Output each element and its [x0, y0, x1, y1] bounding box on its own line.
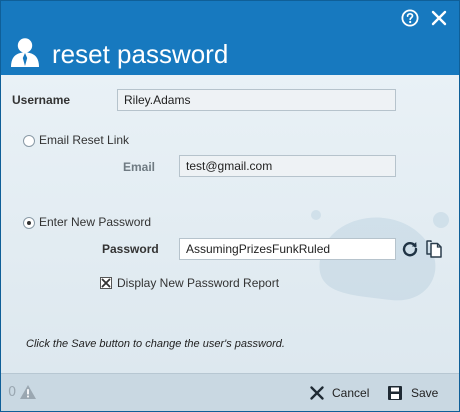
username-label: Username	[12, 93, 71, 107]
display-report-checkbox[interactable]	[100, 277, 112, 289]
copy-password-icon[interactable]	[425, 239, 443, 259]
email-field[interactable]: test@gmail.com	[179, 155, 396, 177]
header-controls	[400, 8, 449, 28]
refresh-password-icon[interactable]	[401, 240, 419, 258]
email-reset-radio[interactable]	[23, 135, 35, 147]
email-reset-label[interactable]: Email Reset Link	[39, 133, 129, 147]
display-report-label[interactable]: Display New Password Report	[117, 276, 279, 290]
close-icon[interactable]	[429, 8, 449, 28]
dialog-body: Username Riley.Adams Email Reset Link Em…	[1, 75, 459, 373]
email-label: Email	[123, 160, 156, 174]
new-password-radio[interactable]	[23, 217, 35, 229]
dialog-footer: 0 Cancel Save	[1, 373, 459, 411]
cancel-label: Cancel	[332, 386, 370, 400]
warning-icon[interactable]	[19, 384, 37, 404]
password-field[interactable]: AssumingPrizesFunkRuled	[179, 238, 396, 260]
dialog-title: reset password	[52, 39, 229, 69]
warning-count: 0	[8, 385, 17, 400]
new-password-option-label[interactable]: Enter New Password	[39, 215, 151, 229]
reset-password-dialog: reset password Username Riley.Adams Emai…	[0, 0, 460, 412]
save-button[interactable]: Save	[387, 382, 438, 404]
save-label: Save	[411, 386, 439, 400]
save-instruction-note: Click the Save button to change the user…	[26, 338, 285, 350]
checkmark-x-icon	[101, 278, 111, 288]
dialog-header: reset password	[1, 1, 459, 75]
cancel-button[interactable]: Cancel	[310, 382, 369, 404]
username-field[interactable]: Riley.Adams	[117, 89, 396, 111]
password-label: Password	[102, 242, 159, 256]
help-icon[interactable]	[400, 8, 420, 28]
floppy-disk-icon	[388, 386, 402, 400]
cancel-x-icon	[310, 386, 324, 400]
user-silhouette-icon	[9, 37, 41, 71]
title-area: reset password	[9, 37, 228, 71]
